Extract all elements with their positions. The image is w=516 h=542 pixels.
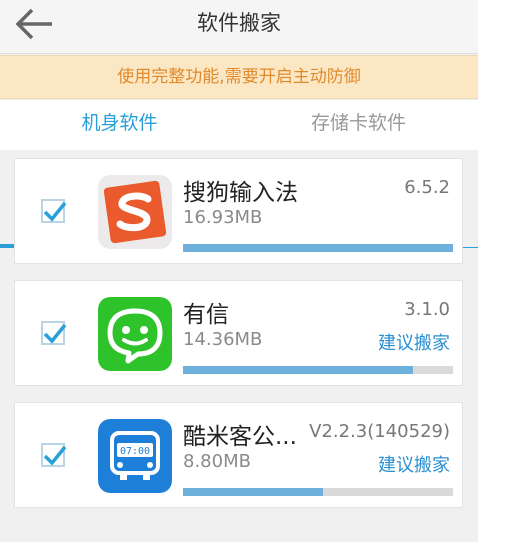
- tab-phone-apps[interactable]: 机身软件: [0, 100, 239, 150]
- sogou-input-icon: [98, 175, 172, 249]
- page-title: 软件搬家: [197, 11, 281, 35]
- banner-text: 使用完整功能,需要开启主动防御: [117, 67, 361, 87]
- usage-bar-fill: [183, 366, 413, 374]
- svg-text:07:00: 07:00: [120, 446, 150, 457]
- app-list-item[interactable]: 07:00 酷米客公... V2.2.3(140529) 8.80MB 建议搬家: [14, 402, 463, 508]
- tab-bar: 机身软件 存储卡软件: [0, 100, 478, 248]
- usage-bar-fill: [183, 244, 453, 252]
- select-checkbox[interactable]: [41, 321, 67, 345]
- app-version: 6.5.2: [404, 177, 450, 198]
- app-list-item[interactable]: 有信 3.1.0 14.36MB 建议搬家: [14, 280, 463, 386]
- app-size: 14.36MB: [183, 329, 263, 350]
- app-version: 3.1.0: [404, 299, 450, 320]
- checkmark-icon: [43, 201, 67, 222]
- app-name: 有信: [183, 302, 229, 328]
- app-size: 8.80MB: [183, 451, 251, 472]
- usage-bar: [183, 366, 453, 374]
- usage-bar: [183, 488, 453, 496]
- app-name: 搜狗输入法: [183, 180, 298, 206]
- usage-bar: [183, 244, 453, 252]
- app-version: V2.2.3(140529): [309, 421, 450, 442]
- checkmark-icon: [43, 445, 67, 466]
- usage-bar-fill: [183, 488, 324, 496]
- bus-icon: 07:00: [98, 419, 172, 493]
- protection-banner[interactable]: 使用完整功能,需要开启主动防御: [0, 55, 478, 99]
- suggest-move-link[interactable]: 建议搬家: [378, 329, 450, 355]
- suggest-move-link[interactable]: 建议搬家: [378, 451, 450, 477]
- select-checkbox[interactable]: [41, 443, 67, 467]
- tab-sdcard-apps[interactable]: 存储卡软件: [239, 100, 478, 150]
- app-list-item[interactable]: 搜狗输入法 6.5.2 16.93MB: [14, 158, 463, 264]
- header-bar: 软件搬家: [0, 0, 478, 54]
- youxin-icon: [98, 297, 172, 371]
- select-checkbox[interactable]: [41, 199, 67, 223]
- app-size: 16.93MB: [183, 207, 263, 228]
- app-name: 酷米客公...: [183, 424, 297, 450]
- checkmark-icon: [43, 323, 67, 344]
- app-root: 软件搬家 使用完整功能,需要开启主动防御 机身软件 存储卡软件 搜狗输入法 6.…: [0, 0, 478, 542]
